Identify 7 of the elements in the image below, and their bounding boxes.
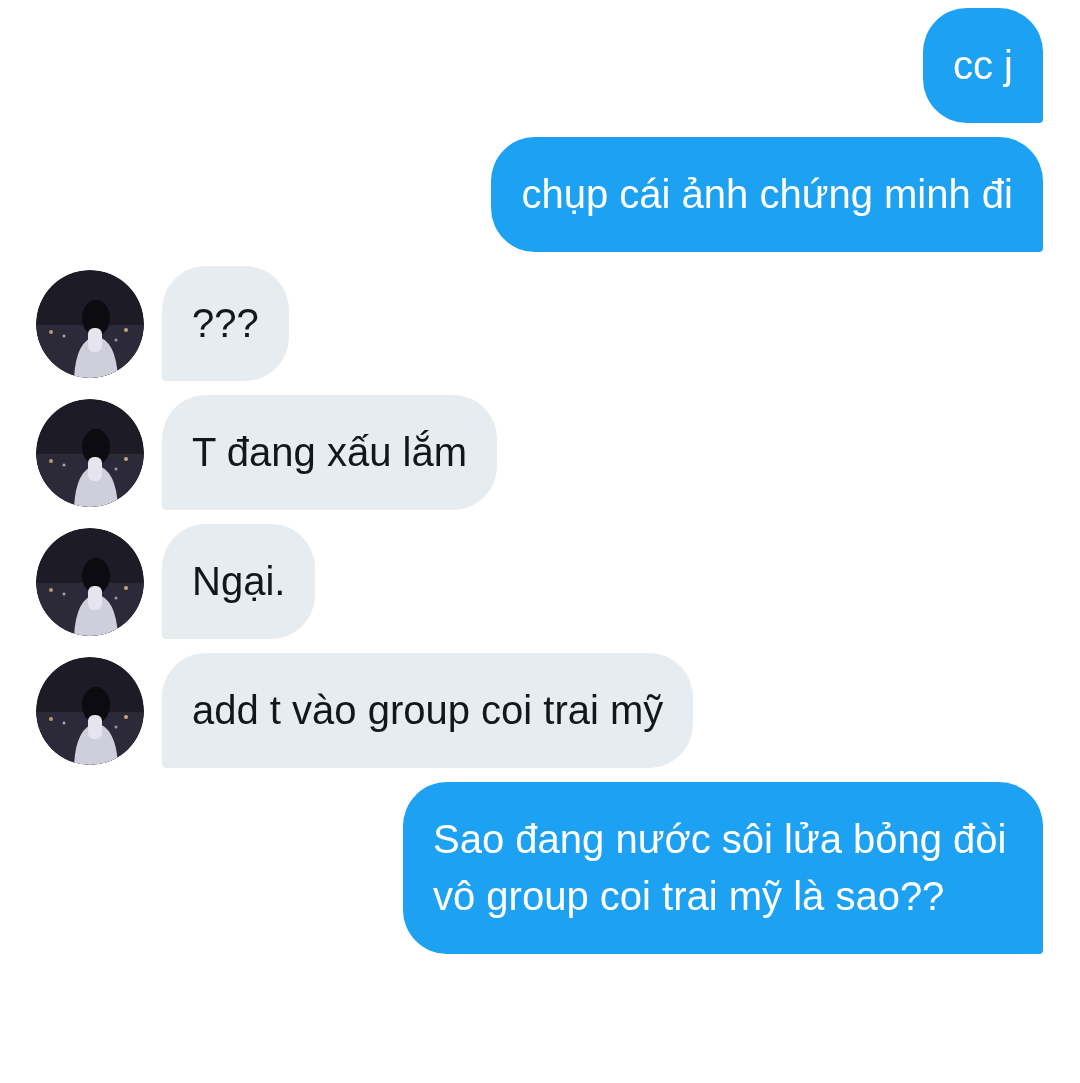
- message-bubble: cc j: [923, 8, 1043, 123]
- message-bubble: Sao đang nước sôi lửa bỏng đòi vô group coi trai mỹ là sao??: [403, 782, 1043, 954]
- message-bubble: T đang xấu lắm: [162, 395, 497, 510]
- message-bubble: Ngại.: [162, 524, 316, 639]
- message-bubble: chụp cái ảnh chứng minh đi: [491, 137, 1043, 252]
- message-bubble: add t vào group coi trai mỹ: [162, 653, 694, 768]
- message-bubble: ???: [162, 266, 289, 381]
